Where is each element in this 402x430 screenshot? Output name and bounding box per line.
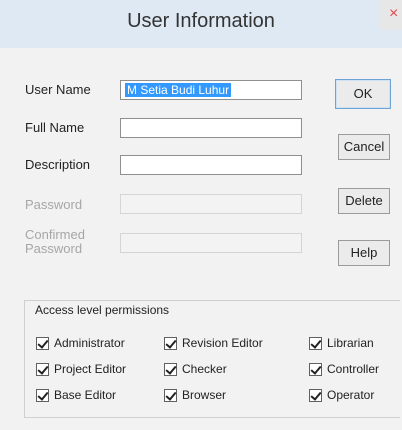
perm-operator[interactable]: Operator bbox=[309, 387, 374, 403]
description-label: Description bbox=[25, 157, 91, 172]
checkmark-icon[interactable] bbox=[164, 362, 177, 376]
perm-label: Operator bbox=[327, 388, 375, 402]
full-name-field[interactable] bbox=[120, 118, 302, 138]
full-name-label: Full Name bbox=[25, 120, 85, 135]
user-name-field[interactable]: M Setia Budi Luhur bbox=[120, 80, 302, 100]
perm-controller[interactable]: Controller bbox=[309, 361, 379, 377]
perm-label: Checker bbox=[182, 362, 227, 376]
permissions-legend: Access level permissions bbox=[32, 303, 173, 317]
delete-button[interactable]: Delete bbox=[338, 188, 390, 214]
window-title: User Information bbox=[127, 10, 275, 32]
checkmark-icon[interactable] bbox=[164, 336, 177, 350]
perm-browser[interactable]: Browser bbox=[164, 387, 226, 403]
password-label: Password bbox=[25, 197, 83, 212]
perm-checker[interactable]: Checker bbox=[164, 361, 227, 377]
help-button[interactable]: Help bbox=[338, 240, 390, 266]
perm-librarian[interactable]: Librarian bbox=[309, 335, 374, 351]
perm-base-editor[interactable]: Base Editor bbox=[36, 387, 116, 403]
perm-label: Browser bbox=[182, 388, 227, 402]
perm-project-editor[interactable]: Project Editor bbox=[36, 361, 126, 377]
checkmark-icon[interactable] bbox=[309, 388, 322, 402]
perm-label: Project Editor bbox=[54, 362, 127, 376]
description-field[interactable] bbox=[120, 155, 302, 175]
checkmark-icon[interactable] bbox=[164, 388, 177, 402]
close-icon: × bbox=[389, 5, 399, 22]
ok-button[interactable]: OK bbox=[335, 79, 391, 109]
perm-label: Revision Editor bbox=[182, 336, 263, 350]
confirmed-label-line2: Password bbox=[25, 241, 83, 256]
perm-label: Controller bbox=[327, 362, 380, 376]
cancel-button[interactable]: Cancel bbox=[338, 134, 390, 160]
checkmark-icon[interactable] bbox=[36, 336, 49, 350]
perm-label: Librarian bbox=[327, 336, 374, 350]
checkmark-icon[interactable] bbox=[309, 336, 322, 350]
checkmark-icon[interactable] bbox=[36, 362, 49, 376]
perm-revision-editor[interactable]: Revision Editor bbox=[164, 335, 263, 351]
user-name-label: User Name bbox=[25, 82, 91, 97]
checkmark-icon[interactable] bbox=[309, 362, 322, 376]
confirmed-password-label: Confirmed Password bbox=[25, 228, 85, 256]
confirmed-label-line1: Confirmed bbox=[25, 227, 85, 242]
perm-label: Base Editor bbox=[54, 388, 117, 402]
perm-administrator[interactable]: Administrator bbox=[36, 335, 125, 351]
checkmark-icon[interactable] bbox=[36, 388, 49, 402]
confirmed-password-field bbox=[120, 233, 302, 253]
perm-label: Administrator bbox=[54, 336, 125, 350]
user-name-value: M Setia Budi Luhur bbox=[125, 83, 232, 97]
password-field bbox=[120, 194, 302, 214]
close-button[interactable]: × bbox=[380, 0, 402, 30]
title-bar: User Information × bbox=[0, 0, 402, 49]
